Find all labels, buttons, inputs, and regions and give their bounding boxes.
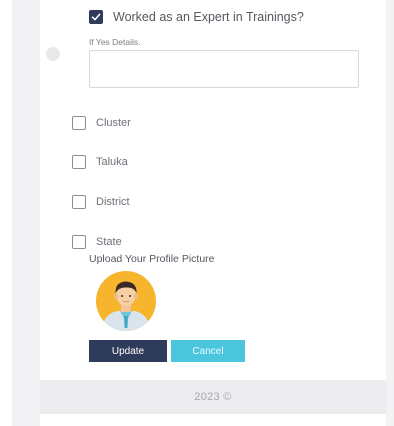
details-label: If Yes Details. (89, 37, 141, 47)
state-checkbox[interactable] (72, 235, 86, 249)
state-label: State (96, 236, 122, 248)
right-shade (386, 0, 394, 426)
profile-picture[interactable] (89, 270, 163, 332)
level-row-cluster[interactable]: Cluster (72, 116, 131, 130)
user-avatar-icon (96, 271, 156, 331)
level-row-state[interactable]: State (72, 235, 122, 249)
details-textarea[interactable] (89, 50, 359, 88)
district-checkbox[interactable] (72, 195, 86, 209)
upload-label: Upload Your Profile Picture (89, 253, 215, 265)
expert-training-label: Worked as an Expert in Trainings? (113, 10, 304, 24)
cancel-button[interactable]: Cancel (171, 340, 245, 362)
cluster-label: Cluster (96, 117, 131, 129)
footer-copyright: 2023 © (194, 391, 232, 403)
cluster-checkbox[interactable] (72, 116, 86, 130)
level-row-taluka[interactable]: Taluka (72, 155, 128, 169)
expert-training-checkbox[interactable] (89, 10, 103, 24)
footer: 2023 © (40, 380, 386, 414)
expert-training-row[interactable]: Worked as an Expert in Trainings? (89, 10, 304, 24)
district-label: District (96, 196, 130, 208)
taluka-label: Taluka (96, 156, 128, 168)
taluka-checkbox[interactable] (72, 155, 86, 169)
check-icon (91, 13, 101, 21)
timeline-dot (46, 47, 60, 61)
update-button[interactable]: Update (89, 340, 167, 362)
level-row-district[interactable]: District (72, 195, 130, 209)
left-rail (12, 0, 40, 426)
